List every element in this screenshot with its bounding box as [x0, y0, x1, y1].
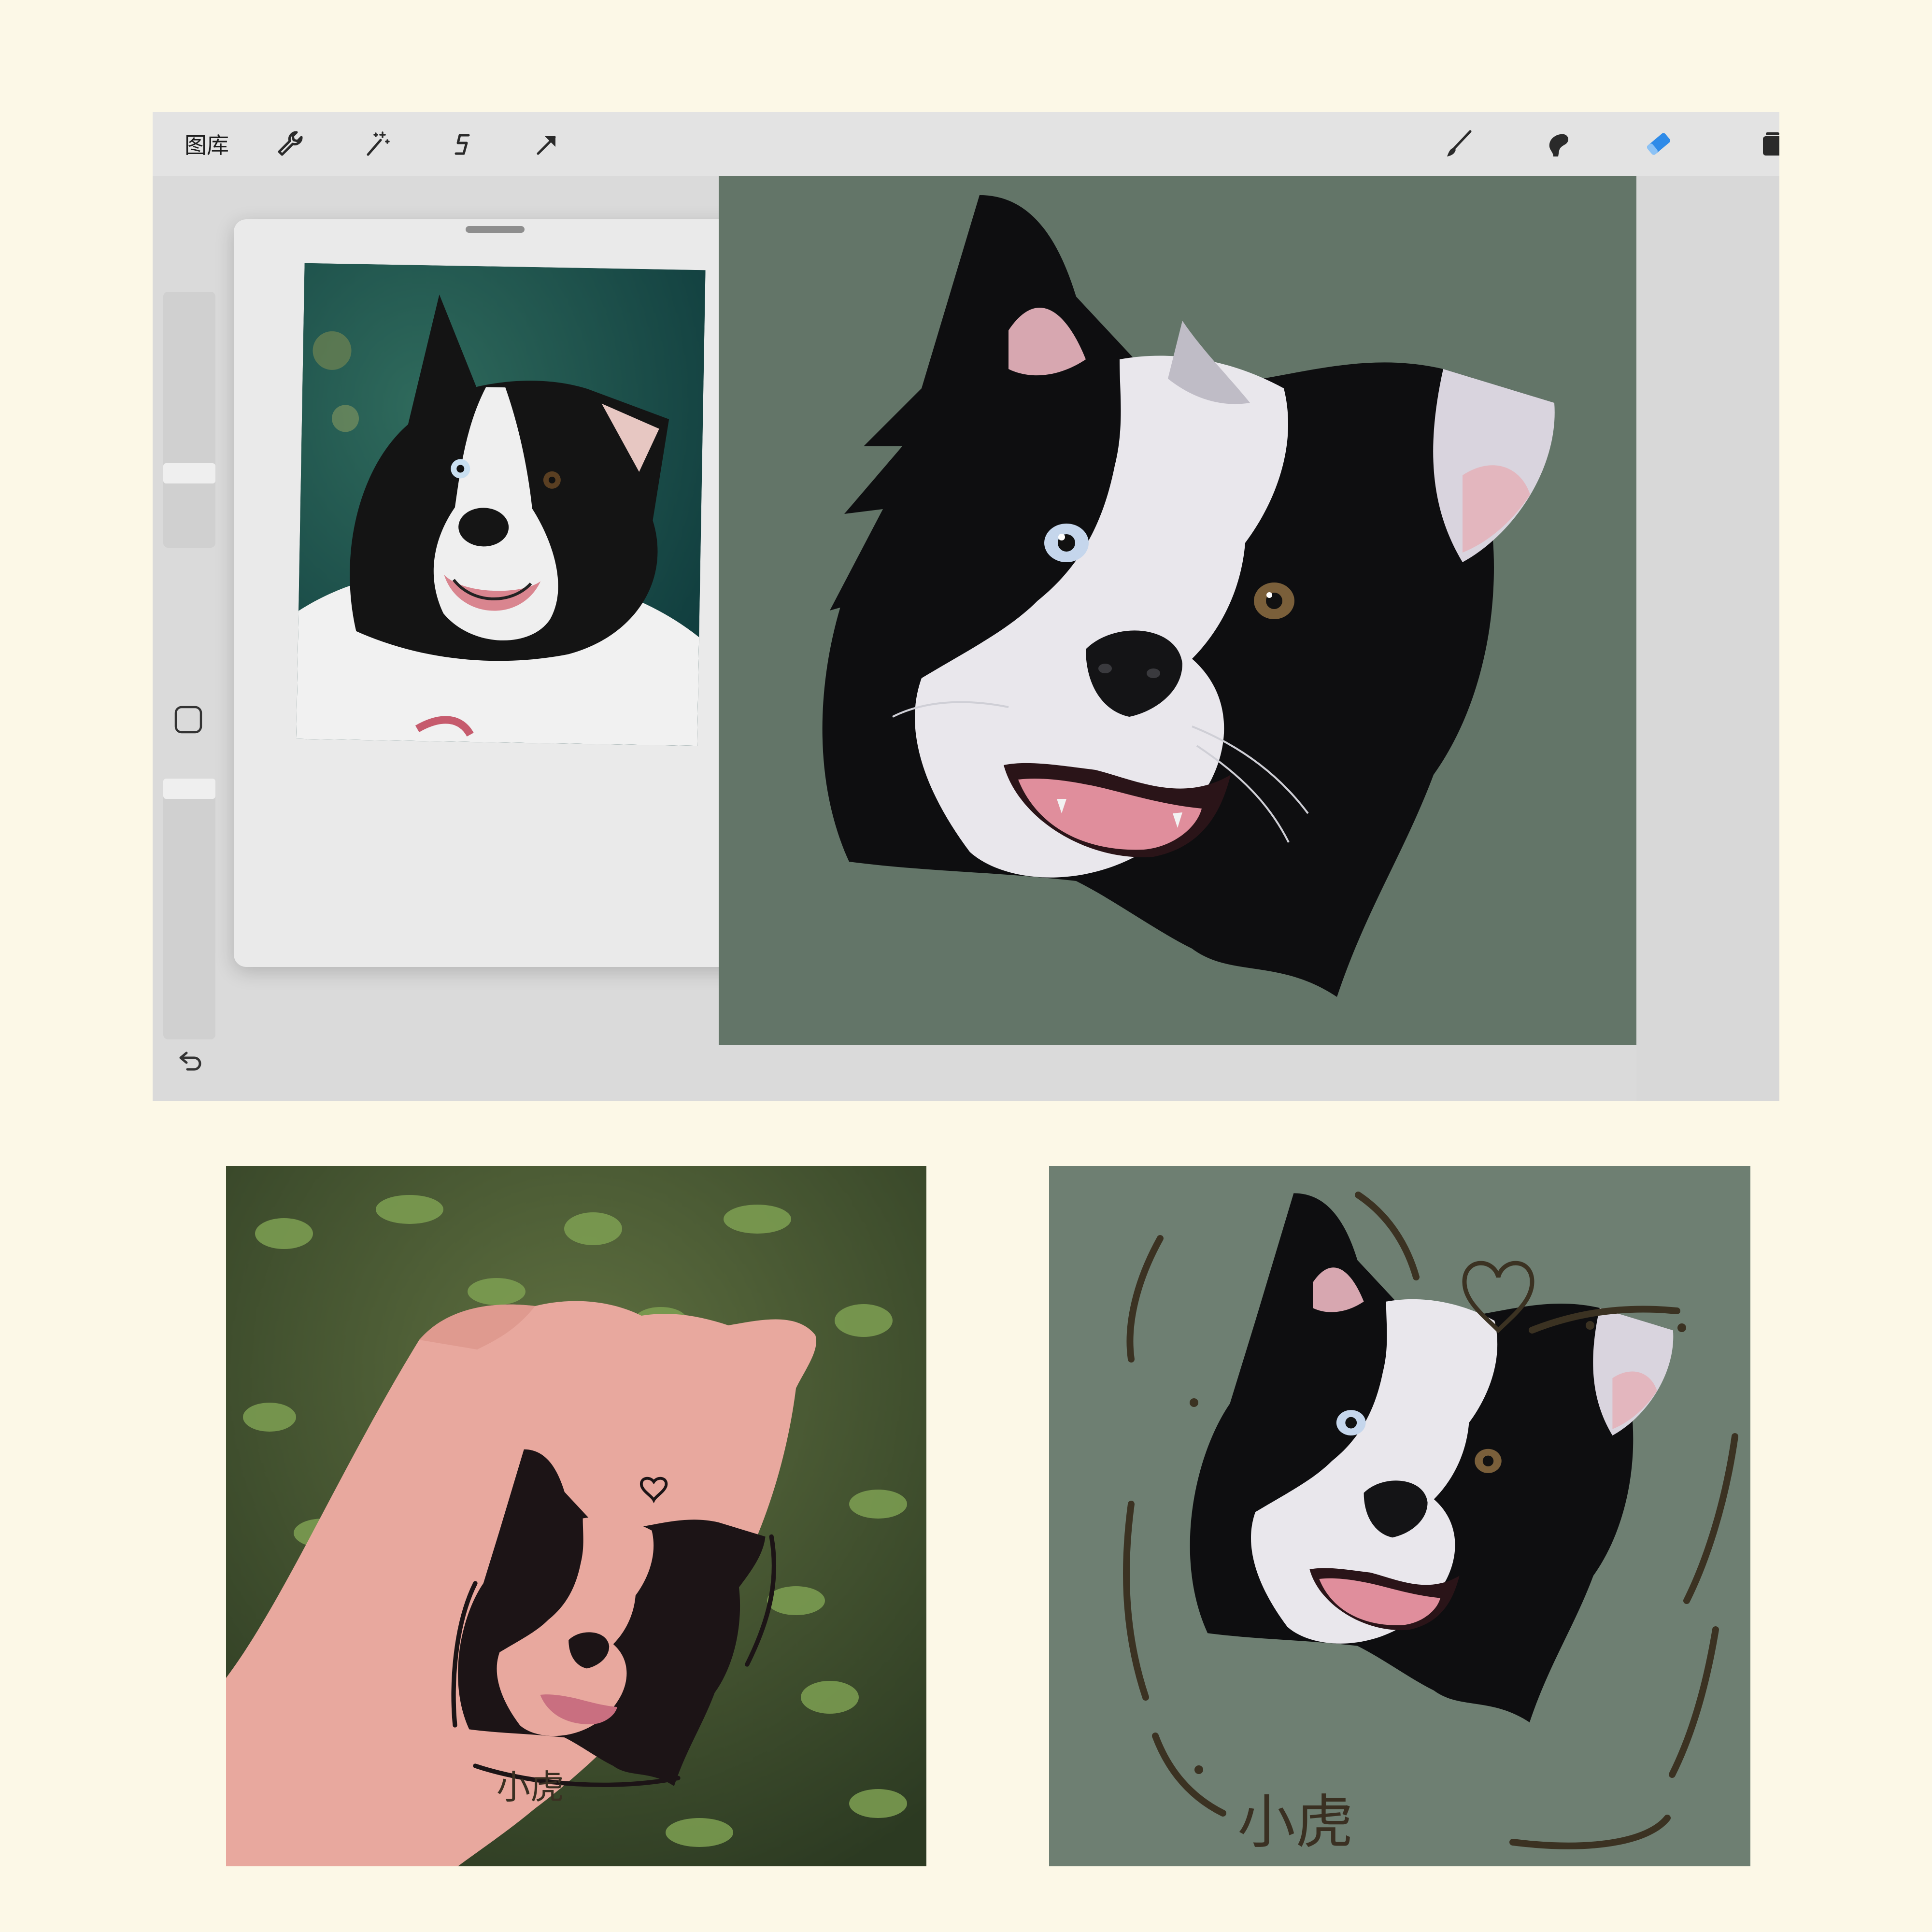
opacity-thumb[interactable] [163, 779, 215, 799]
wrench-icon[interactable] [272, 127, 307, 161]
eraser-icon[interactable] [1641, 127, 1676, 161]
brush-size-thumb[interactable] [163, 463, 215, 483]
side-panel [156, 292, 215, 1101]
tattoo-hand-photo: 小虎 [226, 1166, 926, 1866]
reference-window[interactable] [234, 219, 756, 967]
window-drag-handle[interactable] [466, 226, 525, 233]
brush-size-slider[interactable] [163, 292, 215, 548]
reference-dog-photo [296, 263, 706, 746]
undo-icon[interactable] [174, 1045, 205, 1076]
top-toolbar: 图库 [153, 112, 1779, 176]
smudge-icon[interactable] [1540, 127, 1575, 161]
layers-icon[interactable] [1755, 127, 1779, 161]
opacity-slider[interactable] [163, 783, 215, 1039]
drawing-canvas[interactable] [719, 176, 1636, 1045]
selection-icon[interactable] [445, 127, 480, 161]
brush-icon[interactable] [1441, 127, 1476, 161]
sticker-artwork: 小虎 [1049, 1166, 1750, 1866]
gallery-button[interactable]: 图库 [178, 127, 236, 161]
move-arrow-icon[interactable] [529, 127, 564, 161]
tattoo-name-caption: 小虎 [497, 1767, 564, 1807]
modify-button[interactable] [174, 705, 203, 734]
canvas-margin [1636, 176, 1779, 1101]
app-window: 图库 [153, 112, 1779, 1101]
magic-wand-icon[interactable] [359, 127, 394, 161]
sticker-name-caption: 小虎 [1237, 1789, 1353, 1856]
